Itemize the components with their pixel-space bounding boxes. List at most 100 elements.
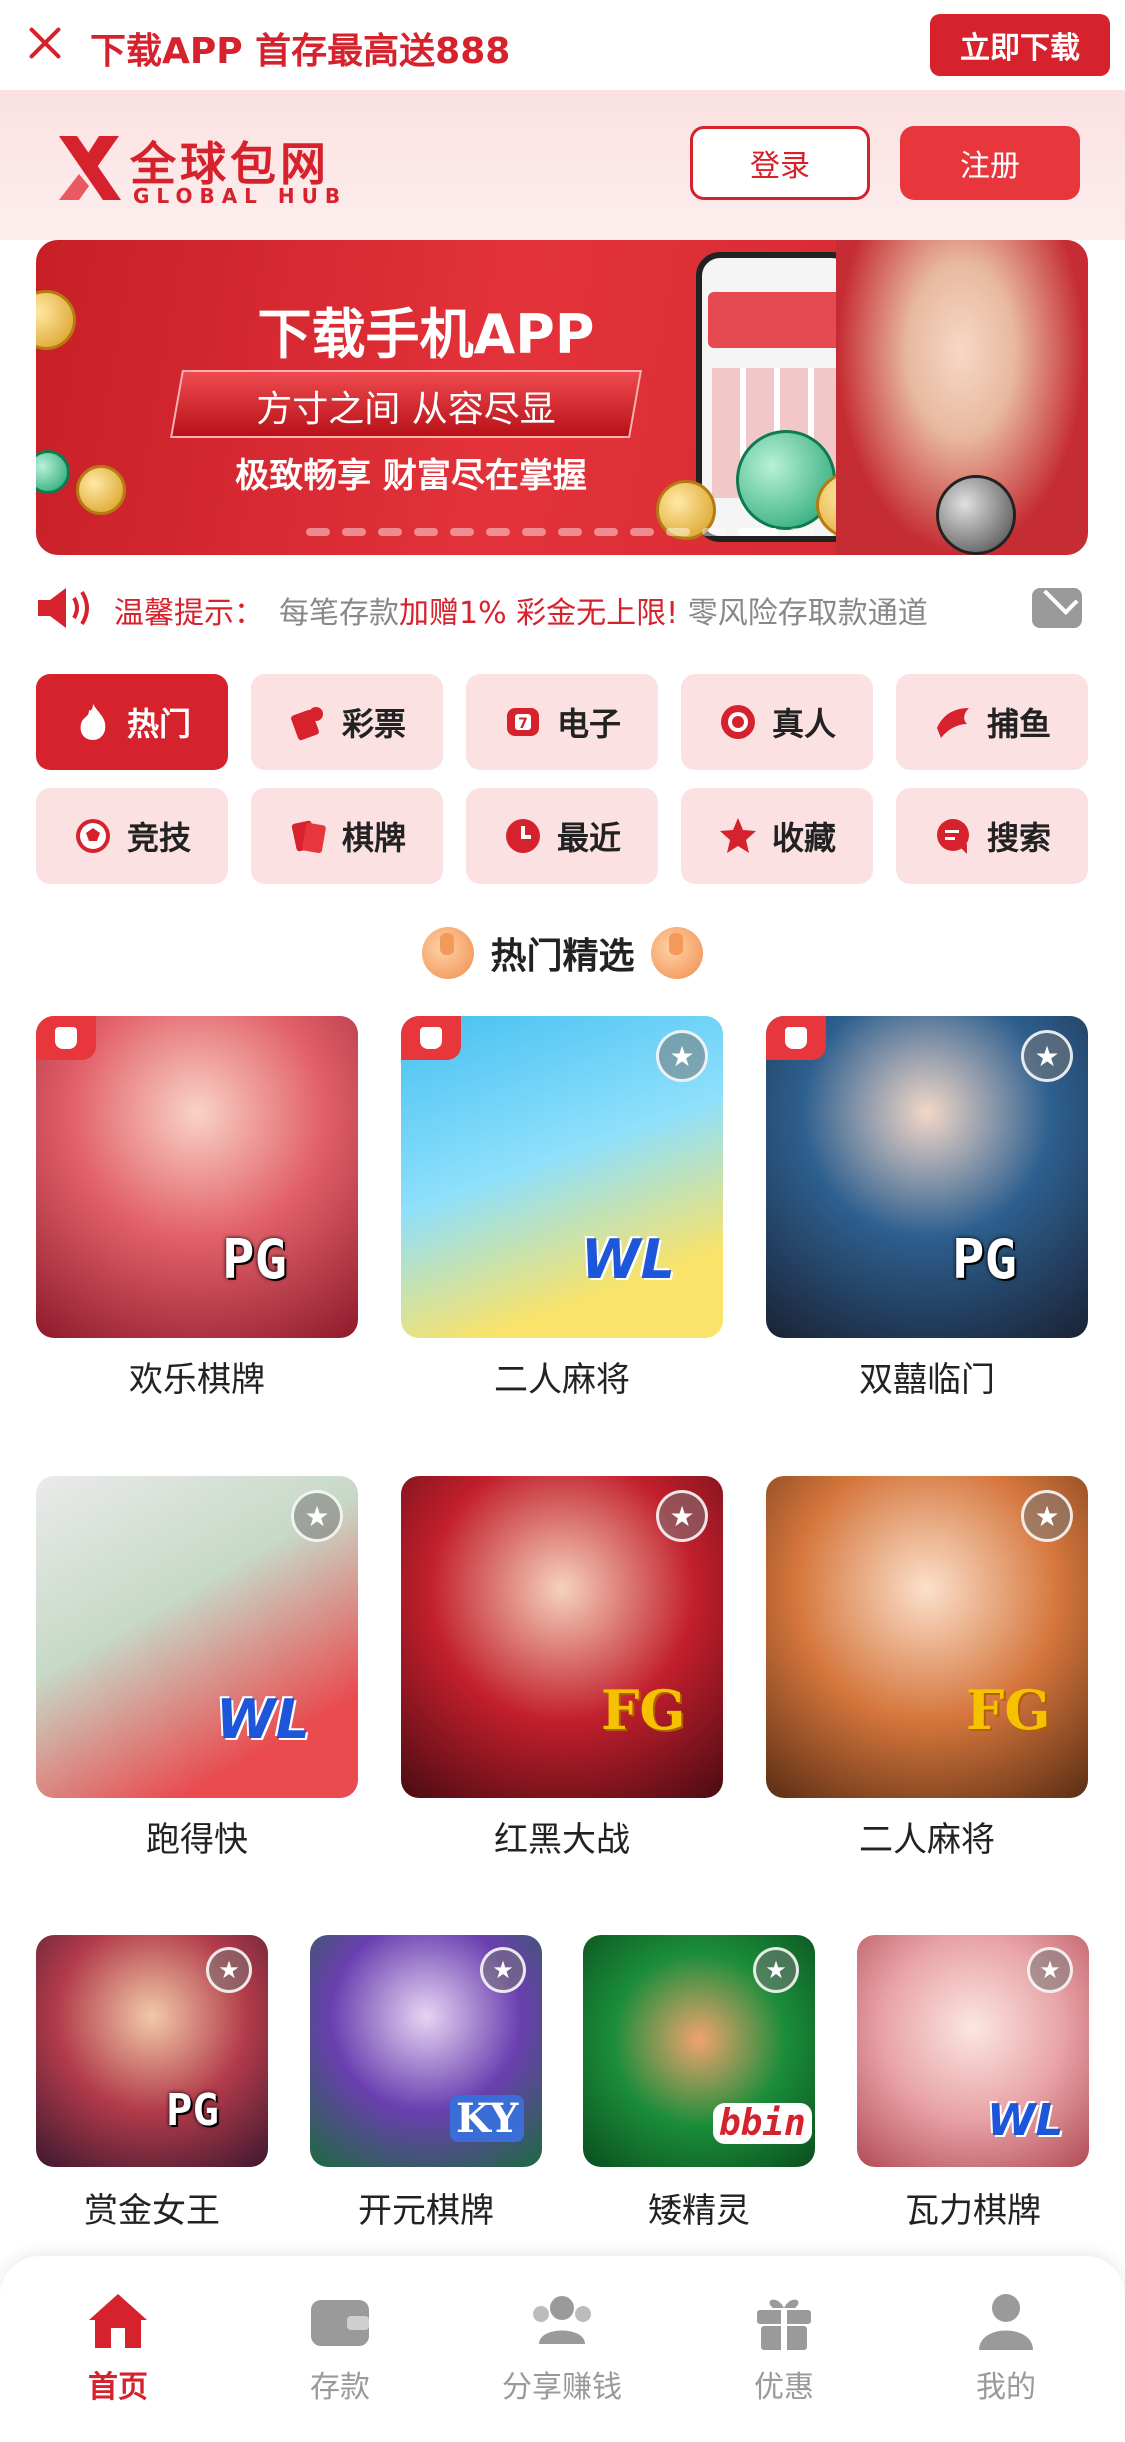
tab-promotions[interactable]: 优惠: [694, 2286, 874, 2406]
bitcoin-coin-icon: [36, 290, 76, 350]
category-hot[interactable]: 热门: [36, 674, 228, 770]
tab-label: 我的: [976, 2370, 1036, 2405]
game-card[interactable]: ★ PG 双囍临门: [766, 1016, 1088, 1400]
tab-label: 首页: [88, 2370, 148, 2405]
hot-badge-icon: [36, 1016, 96, 1060]
provider-logo: bbin: [713, 2103, 812, 2144]
game-card[interactable]: ★ bbin 矮精灵: [583, 1935, 815, 2231]
section-header: 热门精选: [0, 918, 1125, 988]
favorite-star-icon[interactable]: ★: [656, 1030, 708, 1082]
x-logo-icon: [59, 136, 121, 200]
notice-message-prefix: 每笔存款: [279, 596, 399, 631]
cards-icon: [291, 820, 326, 854]
provider-logo: WL: [581, 1228, 675, 1291]
close-icon[interactable]: [24, 22, 66, 64]
download-promo-text: 下载APP 首存最高送888: [90, 31, 511, 72]
provider-logo: WL: [216, 1688, 310, 1751]
gift-icon: [757, 2299, 811, 2350]
game-thumbnail: [36, 1016, 358, 1338]
category-label: 彩票: [341, 705, 406, 743]
tron-coin-icon: [936, 475, 1016, 555]
notice-message-highlight: 加赠1% 彩金无上限!: [399, 596, 679, 631]
tab-share-earn[interactable]: 分享赚钱: [472, 2286, 652, 2406]
tab-deposit[interactable]: 存款: [250, 2286, 430, 2406]
bottom-tab-bar: 首页 存款 分享赚钱 优惠 我的: [0, 2256, 1125, 2442]
provider-logo: PG: [222, 1228, 288, 1291]
thumbs-up-icon: [650, 927, 703, 979]
section-title: 热门精选: [490, 936, 635, 977]
favorite-star-icon[interactable]: ★: [656, 1490, 708, 1542]
slot-icon: 7: [506, 708, 539, 736]
category-label: 棋牌: [341, 819, 406, 857]
carousel-indicator[interactable]: [306, 528, 814, 536]
game-card[interactable]: ★ KY 开元棋牌: [310, 1935, 542, 2231]
favorite-star-icon[interactable]: ★: [1027, 1947, 1073, 1993]
game-name: 二人麻将: [494, 1360, 630, 1400]
download-now-button[interactable]: 立即下载: [930, 14, 1110, 76]
favorite-star-icon[interactable]: ★: [291, 1490, 343, 1542]
category-cards[interactable]: 棋牌: [251, 788, 443, 884]
chip-icon: [720, 705, 755, 739]
wallet-icon: [311, 2300, 369, 2346]
tab-label: 分享赚钱: [502, 2370, 622, 2405]
favorite-star-icon[interactable]: ★: [753, 1947, 799, 1993]
category-lottery[interactable]: 彩票: [251, 674, 443, 770]
category-live[interactable]: 真人: [681, 674, 873, 770]
game-card[interactable]: ★ PG 赏金女王: [36, 1935, 268, 2231]
favorite-star-icon[interactable]: ★: [1021, 1490, 1073, 1542]
category-sports[interactable]: 竞技: [36, 788, 228, 884]
coin-icon: [76, 465, 126, 515]
site-header: 全球包网 GLOBAL HUB 登录 注册: [0, 90, 1125, 240]
category-recent[interactable]: 最近: [466, 788, 658, 884]
game-name: 双囍临门: [859, 1360, 995, 1400]
notice-message-suffix: 零风险存取款通道: [678, 596, 928, 631]
game-card[interactable]: ★ WL 瓦力棋牌: [857, 1935, 1089, 2231]
tab-profile[interactable]: 我的: [916, 2286, 1096, 2406]
category-label: 电子: [556, 705, 621, 743]
game-name: 跑得快: [146, 1820, 248, 1860]
soccer-icon: [75, 819, 110, 853]
favorite-star-icon[interactable]: ★: [480, 1947, 526, 1993]
provider-logo: PG: [952, 1228, 1018, 1291]
login-button[interactable]: 登录: [690, 126, 870, 200]
register-button[interactable]: 注册: [900, 126, 1080, 200]
game-name: 矮精灵: [648, 2191, 750, 2231]
game-name: 二人麻将: [859, 1820, 995, 1860]
game-name: 瓦力棋牌: [905, 2191, 1041, 2231]
game-card[interactable]: ★ FG 红黑大战: [401, 1476, 723, 1860]
coin-icon: [36, 450, 70, 494]
notice-label: 温馨提示：: [114, 596, 264, 631]
download-app-bar: 下载APP 首存最高送888 立即下载: [0, 0, 1125, 90]
game-name: 红黑大战: [494, 1820, 630, 1860]
fish-icon: [936, 708, 969, 738]
category-fishing[interactable]: 捕鱼: [896, 674, 1088, 770]
share-users-icon: [533, 2296, 591, 2344]
star-icon: [719, 818, 756, 853]
game-card[interactable]: ★ WL 跑得快: [36, 1476, 358, 1860]
category-search[interactable]: 搜索: [896, 788, 1088, 884]
category-slots[interactable]: 7 电子: [466, 674, 658, 770]
category-label: 最近: [556, 819, 621, 857]
hot-badge-icon: [401, 1016, 461, 1060]
category-label: 真人: [771, 705, 836, 743]
category-label: 收藏: [771, 819, 836, 857]
game-card[interactable]: PG 欢乐棋牌: [36, 1016, 358, 1400]
game-card[interactable]: ★ WL 二人麻将: [401, 1016, 723, 1400]
hero-banner[interactable]: 下载手机APP 方寸之间 从容尽显 极致畅享 财富尽在掌握: [36, 240, 1088, 555]
search-icon: [936, 819, 969, 854]
flame-icon: [80, 704, 106, 740]
category-favorites[interactable]: 收藏: [681, 788, 873, 884]
notice-marquee[interactable]: 温馨提示： 每笔存款加赠1% 彩金无上限! 零风险存取款通道: [36, 578, 1088, 638]
hero-tagline: 极致畅享 财富尽在掌握: [235, 456, 587, 496]
game-card[interactable]: ★ FG 二人麻将: [766, 1476, 1088, 1860]
favorite-star-icon[interactable]: ★: [1021, 1030, 1073, 1082]
provider-logo: KY: [450, 2095, 525, 2142]
category-label: 竞技: [126, 819, 191, 857]
tab-label: 存款: [310, 2370, 370, 2405]
favorite-star-icon[interactable]: ★: [206, 1947, 252, 1993]
tab-home[interactable]: 首页: [28, 2286, 208, 2406]
mail-icon[interactable]: [1032, 588, 1082, 628]
home-icon: [89, 2294, 147, 2348]
category-label: 捕鱼: [986, 705, 1051, 743]
tab-label: 优惠: [754, 2370, 814, 2405]
